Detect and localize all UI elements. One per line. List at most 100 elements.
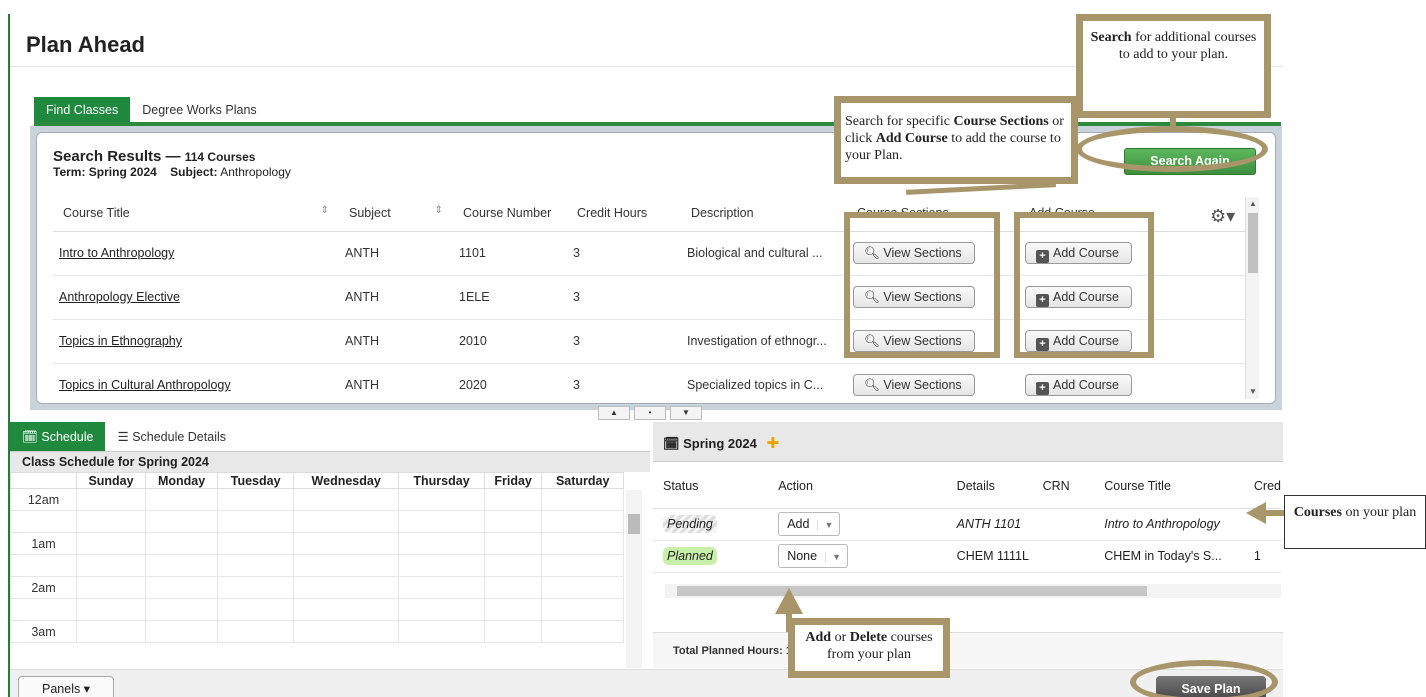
schedule-slot[interactable] [145,620,219,643]
schedule-slot[interactable] [483,598,543,621]
schedule-row [10,510,624,533]
time-col-header [10,472,77,489]
splitter-up-button[interactable]: ▲ [598,406,630,420]
results-count: 114 Courses [184,150,256,164]
schedule-slot[interactable] [75,532,147,555]
add-course-button[interactable]: + Add Course [1025,374,1133,396]
schedule-slot[interactable] [398,510,485,533]
plan-term-header: 🗓 Spring 2024 ✚ [653,422,1283,462]
schedule-slot[interactable] [483,510,543,533]
schedule-slot[interactable] [75,488,147,511]
col-details: Details [946,464,1033,509]
schedule-slot[interactable] [293,488,400,511]
sort-icon[interactable]: ⇕ [435,205,443,216]
schedule-slot[interactable] [293,554,400,577]
action-cell: None ▼ [768,540,947,573]
subject-value: Anthropology [220,165,291,179]
tab-find-classes[interactable]: Find Classes [34,97,131,123]
schedule-slot[interactable] [217,510,295,533]
schedule-slot[interactable] [483,554,543,577]
status-cell: Planned [653,540,769,573]
schedule-slot[interactable] [541,620,624,643]
schedule-slot[interactable] [541,532,624,555]
tab-schedule-details[interactable]: ☰ Schedule Details [105,422,238,451]
schedule-slot[interactable] [541,488,624,511]
schedule-slot[interactable] [75,598,147,621]
schedule-slot[interactable] [145,532,219,555]
schedule-slot[interactable] [293,620,400,643]
course-title-link[interactable]: Intro to Anthropology [53,231,339,276]
schedule-slot[interactable] [75,620,147,643]
schedule-slot[interactable] [217,532,295,555]
scroll-up-icon[interactable]: ▲ [1249,199,1257,208]
plan-crn [1032,508,1095,541]
schedule-row: 1am [10,532,624,555]
schedule-slot[interactable] [293,576,400,599]
course-subject: ANTH [339,231,453,276]
gear-icon[interactable]: ⚙▾ [1210,206,1235,227]
scroll-down-icon[interactable]: ▼ [1249,387,1257,396]
credit-hours: 3 [567,231,681,276]
schedule-slot[interactable] [541,510,624,533]
schedule-slot[interactable] [483,532,543,555]
splitter-down-button[interactable]: ▼ [670,406,702,420]
schedule-slot[interactable] [145,554,219,577]
course-title-link[interactable]: Topics in Ethnography [53,319,339,364]
splitter-middle-button[interactable]: • [634,406,666,420]
course-title-link[interactable]: Topics in Cultural Anthropology [53,363,339,403]
schedule-slot[interactable] [541,576,624,599]
save-plan-highlight [1130,660,1278,697]
schedule-slot[interactable] [217,554,295,577]
schedule-slot[interactable] [293,598,400,621]
schedule-slot[interactable] [398,532,485,555]
schedule-slot[interactable] [483,620,543,643]
panel-splitter: ▲ • ▼ [598,406,702,420]
sort-icon[interactable]: ⇕ [321,205,329,216]
course-title-link[interactable]: Anthropology Elective [53,275,339,320]
list-icon: ☰ [117,430,129,444]
schedule-slot[interactable] [398,598,485,621]
tab-schedule[interactable]: 🗓 Schedule [10,422,106,451]
results-scrollbar[interactable]: ▲ ▼ [1245,197,1259,399]
add-note-icon[interactable]: ✚ [766,434,779,452]
scroll-thumb[interactable] [1248,213,1258,273]
schedule-slot[interactable] [217,620,295,643]
view-sections-button[interactable]: 🔍︎ View Sections [853,374,975,396]
scroll-thumb[interactable] [677,586,1147,596]
schedule-slot[interactable] [75,576,147,599]
day-header: Thursday [398,472,485,489]
col-course-title[interactable]: Course Title ⇕ [53,195,339,232]
schedule-slot[interactable] [145,488,219,511]
schedule-slot[interactable] [398,488,485,511]
schedule-slot[interactable] [145,576,219,599]
course-number: 1101 [453,231,567,276]
col-course-number[interactable]: Course Number [453,195,567,232]
schedule-slot[interactable] [483,576,543,599]
schedule-slot[interactable] [217,598,295,621]
schedule-slot[interactable] [75,510,147,533]
schedule-slot[interactable] [293,510,400,533]
course-number: 1ELE [453,275,567,320]
schedule-slot[interactable] [145,598,219,621]
schedule-scrollbar[interactable] [626,490,642,668]
schedule-slot[interactable] [398,620,485,643]
tab-degree-works-plans[interactable]: Degree Works Plans [130,97,268,123]
schedule-slot[interactable] [398,554,485,577]
schedule-slot[interactable] [145,510,219,533]
schedule-slot[interactable] [541,598,624,621]
action-select[interactable]: Add ▼ [778,512,841,536]
col-status: Status [653,464,769,509]
panels-button[interactable]: Panels ▾ [18,676,114,697]
col-subject[interactable]: Subject ⇕ [339,195,453,232]
schedule-slot[interactable] [75,554,147,577]
schedule-slot[interactable] [217,488,295,511]
schedule-slot[interactable] [541,554,624,577]
action-select[interactable]: None ▼ [778,544,849,568]
scroll-thumb[interactable] [628,514,640,534]
plan-horizontal-scrollbar[interactable] [665,584,1281,598]
schedule-slot[interactable] [293,532,400,555]
schedule-slot[interactable] [217,576,295,599]
schedule-row: 12am [10,488,624,511]
schedule-slot[interactable] [483,488,543,511]
schedule-slot[interactable] [398,576,485,599]
